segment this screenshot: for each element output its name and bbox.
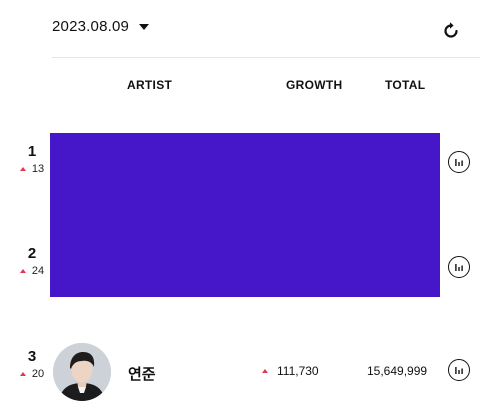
rank-change-value: 20 [31,368,45,380]
column-total: TOTAL [385,78,426,92]
rank-number: 1 [27,143,37,160]
column-growth: GROWTH [286,78,343,92]
artist-name[interactable]: 연준 [128,363,156,384]
up-arrow-icon [19,372,26,376]
growth-number: 111,730 [277,364,319,378]
refresh-icon[interactable] [440,20,462,42]
up-arrow-icon [19,269,26,273]
column-artist: ARTIST [127,78,173,92]
top-bar: 2023.08.09 [0,0,480,58]
rank-change-value: 13 [31,163,45,175]
up-arrow-icon [262,369,268,373]
date-label: 2023.08.09 [52,18,130,35]
up-arrow-icon [19,167,26,171]
total-value: 15,649,999 [367,364,428,378]
avatar[interactable] [53,343,111,401]
rank-cell-3: 3 20 [12,348,52,380]
date-dropdown[interactable]: 2023.08.09 [52,18,150,35]
chart-icon[interactable] [448,359,470,381]
redacted-block [50,133,440,297]
rank-number: 3 [27,348,37,365]
caret-down-icon [139,24,150,30]
growth-value: 111,730 [262,364,319,378]
header-divider [52,57,480,58]
rank-number: 2 [27,245,37,262]
column-header: ARTIST GROWTH TOTAL [0,78,480,94]
rank-cell-2: 2 24 [12,245,52,277]
chart-icon[interactable] [448,151,470,173]
rank-change-value: 24 [31,265,45,277]
rank-cell-1: 1 13 [12,143,52,175]
chart-icon[interactable] [448,256,470,278]
rank-change: 13 [12,163,52,175]
rank-change: 24 [12,265,52,277]
rank-change: 20 [12,368,52,380]
